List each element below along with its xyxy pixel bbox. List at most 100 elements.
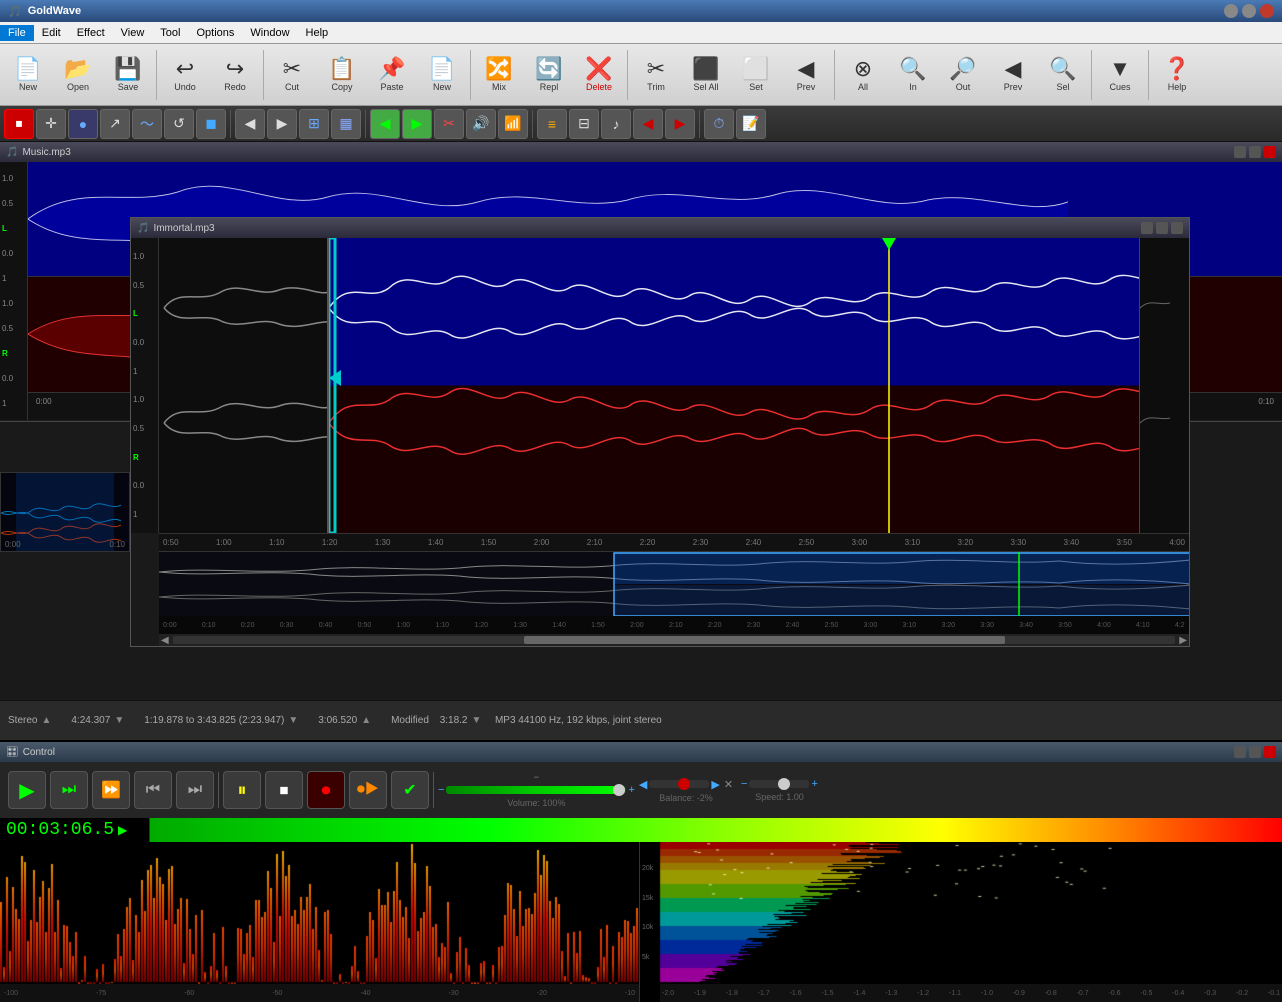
tb2-pitch-btn[interactable]: ♪ (601, 109, 631, 139)
volume-minus-btn[interactable]: − (438, 784, 444, 796)
toolbar-delete[interactable]: ❌ Delete (575, 47, 623, 103)
tb2-loop-btn[interactable]: ↺ (164, 109, 194, 139)
scroll-thumb[interactable] (524, 636, 1005, 644)
record-button[interactable]: ⏺ (307, 771, 345, 809)
toolbar-mix[interactable]: 🔀 Mix (475, 47, 523, 103)
toolbar-prev[interactable]: ◀ Prev (782, 47, 830, 103)
immortal-scrollbar[interactable]: ◀ ▶ (159, 634, 1189, 646)
scroll-right-btn[interactable]: ▶ (1177, 635, 1189, 646)
toolbar-cut[interactable]: ✂ Cut (268, 47, 316, 103)
tb2-color1-btn[interactable]: ◀ (370, 109, 400, 139)
rewind-button[interactable]: ⏮ (134, 771, 172, 809)
volume-thumb[interactable] (613, 784, 625, 796)
maximize-button[interactable] (1242, 4, 1256, 18)
tb2-norm-btn[interactable]: ⊟ (569, 109, 599, 139)
ctrl-win-btn3[interactable] (1264, 746, 1276, 758)
tb2-note-btn[interactable]: 📝 (736, 109, 766, 139)
balance-reset-btn[interactable]: ✕ (724, 778, 733, 791)
minimize-button[interactable] (1224, 4, 1238, 18)
tb2-expand-btn[interactable]: ⊞ (299, 109, 329, 139)
toolbar-help[interactable]: ❓ Help (1153, 47, 1201, 103)
toolbar-sel[interactable]: 🔍 Sel (1039, 47, 1087, 103)
music-win-minimize[interactable] (1234, 146, 1246, 158)
tb2-left-btn[interactable]: ◀ (235, 109, 265, 139)
menu-window[interactable]: Window (242, 25, 297, 41)
toolbar-zoomin[interactable]: 🔍 In (889, 47, 937, 103)
immortal-overview[interactable] (159, 551, 1189, 616)
immortal-win-btn3[interactable] (1171, 222, 1183, 234)
speed-plus-btn[interactable]: + (811, 778, 817, 790)
play-button[interactable]: ▶ (8, 771, 46, 809)
music-win-close[interactable] (1264, 146, 1276, 158)
record-play-button[interactable]: ⏺▶ (349, 771, 387, 809)
tb2-wave-btn[interactable]: 〜 (132, 109, 162, 139)
menu-effect[interactable]: Effect (69, 25, 113, 41)
toolbar-zoomout[interactable]: 🔎 Out (939, 47, 987, 103)
balance-left-btn[interactable]: ◀ (639, 778, 647, 791)
tb2-circle-btn[interactable]: ● (68, 109, 98, 139)
scroll-track[interactable] (173, 636, 1176, 644)
pause-button[interactable]: ⏸ (223, 771, 261, 809)
tb2-time-btn[interactable]: ⏱ (704, 109, 734, 139)
play-next-button[interactable]: ⏭ (50, 771, 88, 809)
tb2-color2-btn[interactable]: ▶ (402, 109, 432, 139)
immortal-win-btn2[interactable] (1156, 222, 1168, 234)
toolbar-paste[interactable]: 📌 Paste (368, 47, 416, 103)
tb2-cursor-btn[interactable]: ↗ (100, 109, 130, 139)
immortal-main-waveform[interactable] (329, 238, 1189, 533)
immortal-win-btn1[interactable] (1141, 222, 1153, 234)
menu-tool[interactable]: Tool (152, 25, 188, 41)
toolbar-prev-label: Prev (797, 82, 816, 92)
toolbar-prev2[interactable]: ◀ Prev (989, 47, 1037, 103)
stop-button[interactable]: ⏹ (265, 771, 303, 809)
menu-options[interactable]: Options (188, 25, 242, 41)
ctrl-win-btn2[interactable] (1249, 746, 1261, 758)
toolbar-cues[interactable]: ▼ Cues (1096, 47, 1144, 103)
volume-slider[interactable] (446, 786, 626, 794)
toolbar-new2[interactable]: 📄 New (418, 47, 466, 103)
close-button[interactable] (1260, 4, 1274, 18)
speed-slider[interactable] (749, 780, 809, 788)
fast-forward-button[interactable]: ⏭ (176, 771, 214, 809)
tb2-vol-btn[interactable]: 📶 (498, 109, 528, 139)
balance-right-btn[interactable]: ▶ (711, 778, 719, 791)
toolbar-redo[interactable]: ↪ Redo (211, 47, 259, 103)
toolbar-undo[interactable]: ↩ Undo (161, 47, 209, 103)
toolbar-copy[interactable]: 📋 Copy (318, 47, 366, 103)
balance-thumb[interactable] (678, 778, 690, 790)
toolbar-all[interactable]: ⊗ All (839, 47, 887, 103)
music-win-maximize[interactable] (1249, 146, 1261, 158)
scroll-left-btn[interactable]: ◀ (159, 635, 171, 646)
tb2-stop-btn[interactable]: ⏹ (4, 109, 34, 139)
tb2-grid-btn[interactable]: ▦ (331, 109, 361, 139)
tb2-red-btn[interactable]: ✂ (434, 109, 464, 139)
menu-view[interactable]: View (113, 25, 153, 41)
delete-icon: ❌ (585, 58, 612, 80)
toolbar-new[interactable]: 📄 New (4, 47, 52, 103)
ctrl-win-btn1[interactable] (1234, 746, 1246, 758)
check-button[interactable]: ✔ (391, 771, 429, 809)
volume-plus-btn[interactable]: + (628, 784, 634, 796)
toolbar-trim[interactable]: ✂ Trim (632, 47, 680, 103)
balance-slider[interactable] (649, 780, 709, 788)
toolbar-set[interactable]: ⬜ Set (732, 47, 780, 103)
menu-edit[interactable]: Edit (34, 25, 69, 41)
tb2-eq-btn[interactable]: ≡ (537, 109, 567, 139)
tb2-move-btn[interactable]: ✛ (36, 109, 66, 139)
tb2-sel-btn[interactable]: ◼ (196, 109, 226, 139)
tb2-right-btn[interactable]: ▶ (267, 109, 297, 139)
play-end-button[interactable]: ⏩ (92, 771, 130, 809)
tb2-speaker-btn[interactable]: 🔊 (466, 109, 496, 139)
menu-help[interactable]: Help (298, 25, 337, 41)
speed-thumb[interactable] (778, 778, 790, 790)
tb2-fade-btn[interactable]: ◀ (633, 109, 663, 139)
toolbar-save[interactable]: 💾 Save (104, 47, 152, 103)
toolbar-repl[interactable]: 🔄 Repl (525, 47, 573, 103)
tb2-fade2-btn[interactable]: ▶ (665, 109, 695, 139)
speed-minus-btn[interactable]: − (741, 778, 747, 790)
toolbar-trim-label: Trim (647, 82, 665, 92)
toolbar-open[interactable]: 📂 Open (54, 47, 102, 103)
zoomin-icon: 🔍 (899, 58, 926, 80)
toolbar-selall[interactable]: ⬛ Sel All (682, 47, 730, 103)
menu-file[interactable]: File (0, 25, 34, 41)
